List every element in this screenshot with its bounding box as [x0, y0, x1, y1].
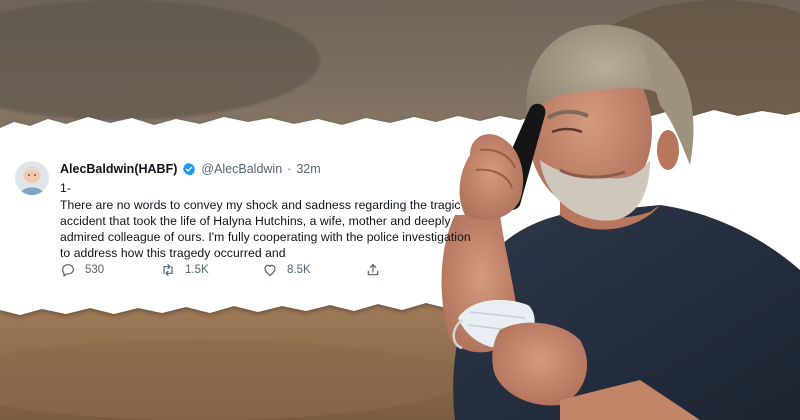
tweet-text-line: admired colleague of ours. I'm fully coo… [60, 230, 471, 244]
like-button[interactable]: 8.5K [262, 262, 311, 278]
reply-count: 530 [85, 264, 105, 276]
avatar-baby-photo-icon [15, 161, 49, 195]
share-button[interactable] [365, 262, 381, 278]
verified-badge-icon [183, 162, 196, 176]
tweet-actions: 530 1.5K 8.5K [60, 262, 390, 280]
retweet-button[interactable]: 1.5K [160, 262, 209, 278]
retweet-icon [163, 264, 173, 276]
reply-button[interactable]: 530 [60, 262, 104, 278]
display-name[interactable]: AlecBaldwin(HABF) [60, 162, 177, 176]
heart-icon [264, 264, 276, 276]
retweet-count: 1.5K [185, 264, 209, 276]
tweet-header: AlecBaldwin(HABF) @AlecBaldwin · 32m [60, 162, 321, 176]
tweet-text-line: There are no words to convey my shock an… [60, 198, 461, 212]
avatar[interactable] [15, 161, 49, 195]
reply-icon [62, 264, 74, 277]
share-icon [367, 264, 379, 276]
tweet-text-line: 1- [60, 181, 71, 195]
tweet-text-line: to address how this tragedy occurred and [60, 246, 286, 260]
timestamp[interactable]: 32m [296, 162, 320, 176]
handle[interactable]: @AlecBaldwin [201, 162, 282, 176]
tweet-text-line: accident that took the life of Halyna Hu… [60, 214, 451, 228]
separator-dot: · [287, 162, 292, 176]
like-count: 8.5K [287, 264, 311, 276]
